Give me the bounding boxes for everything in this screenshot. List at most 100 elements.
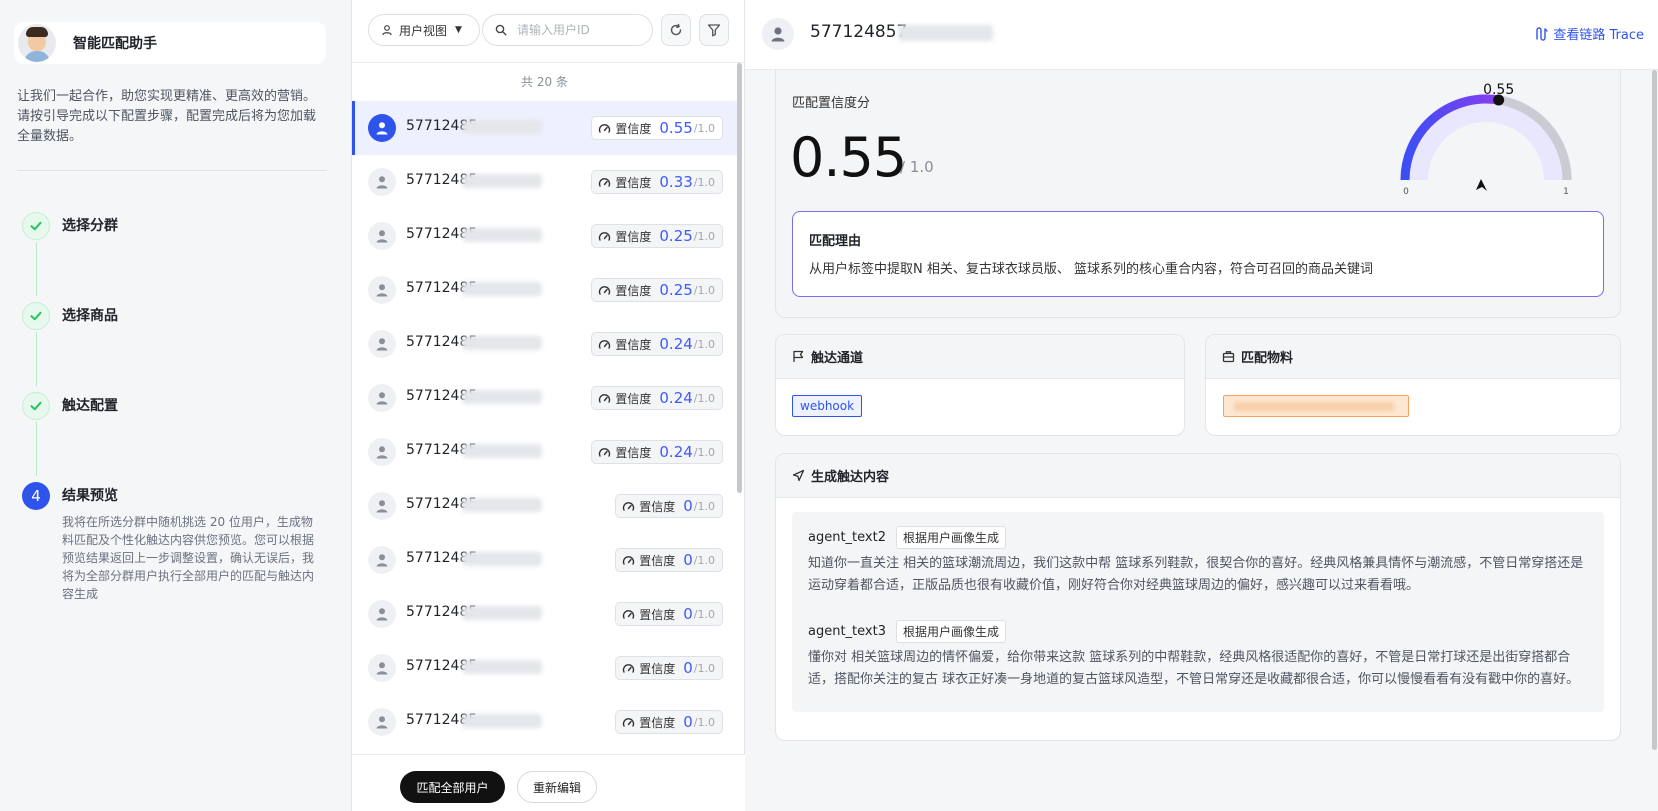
confidence-score: 0	[683, 551, 693, 569]
confidence-max: / 1.0	[900, 158, 934, 176]
detail-user-id: 577124857	[810, 22, 908, 42]
redacted-id	[462, 498, 542, 512]
redacted-id	[462, 660, 542, 674]
gauge-icon	[623, 663, 635, 673]
search-box[interactable]	[482, 14, 653, 46]
gauge-icon	[599, 123, 611, 133]
agent-block: agent_text2 根据用户画像生成 知道你一直关注 相关的篮球潮流周边，我…	[808, 526, 1590, 597]
user-avatar	[762, 18, 794, 50]
confidence-label: 置信度	[615, 337, 652, 352]
user-list-row[interactable]: 57712485 置信度 0.24/1.0	[352, 425, 737, 479]
user-icon	[376, 716, 388, 729]
redacted-id	[462, 120, 542, 134]
gauge-icon	[599, 447, 611, 457]
agent-block: agent_text3 根据用户画像生成 懂你对 相关篮球周边的情怀偏爱，给你带…	[808, 620, 1590, 691]
user-icon	[376, 500, 388, 513]
step-select-segment[interactable]: 选择分群	[22, 212, 118, 240]
user-avatar	[368, 330, 396, 358]
trace-link[interactable]: 查看链路 Trace	[1535, 24, 1644, 43]
user-list-row[interactable]: 57712485 置信度 0.24/1.0	[352, 371, 737, 425]
user-list-row[interactable]: 57712485 置信度 0.55/1.0	[352, 101, 737, 155]
redacted-id	[462, 552, 542, 566]
step-title: 选择分群	[62, 218, 118, 234]
redacted-id	[462, 228, 542, 242]
generated-content-card: 生成触达内容 agent_text2 根据用户画像生成 知道你一直关注 相关的篮…	[775, 453, 1621, 741]
step-description: 我将在所选分群中随机挑选 20 位用户，生成物料匹配及个性化触达内容供您预览。您…	[62, 515, 315, 601]
step-connector	[36, 332, 37, 386]
user-list-row[interactable]: 57712485 置信度 0/1.0	[352, 695, 737, 749]
step-reach-config[interactable]: 触达配置	[22, 392, 118, 420]
confidence-badge: 置信度 0.33/1.0	[591, 170, 723, 194]
user-icon	[376, 338, 388, 351]
confidence-badge: 置信度 0/1.0	[615, 494, 723, 518]
user-avatar	[368, 492, 396, 520]
redacted-id	[462, 390, 542, 404]
confidence-value: 0.55	[790, 126, 907, 189]
redacted-id	[462, 336, 542, 350]
assistant-intro: 让我们一起合作，助您实现更精准、更高效的营销。请按引导完成以下配置步骤，配置完成…	[17, 89, 317, 144]
user-list-row[interactable]: 57712485 置信度 0/1.0	[352, 587, 737, 641]
user-list-row[interactable]: 57712485 置信度 0.24/1.0	[352, 317, 737, 371]
user-list: 57712485 置信度 0.55/1.0 57712485 置信度 0.33/1.0 57…	[352, 101, 737, 749]
confidence-score: 0.25	[659, 281, 693, 299]
redacted-id	[462, 282, 542, 296]
material-card: 匹配物料	[1205, 334, 1621, 436]
confidence-score: 0	[683, 605, 693, 623]
search-input[interactable]	[517, 23, 647, 37]
user-icon	[376, 608, 388, 621]
generated-card-header: 生成触达内容	[776, 454, 1620, 498]
user-icon	[771, 27, 785, 42]
agent-name: agent_text3	[808, 624, 886, 639]
user-list-row[interactable]: 57712485 置信度 0/1.0	[352, 641, 737, 695]
re-edit-button[interactable]: 重新编辑	[517, 771, 597, 803]
user-icon	[376, 284, 388, 297]
redacted-id	[462, 606, 542, 620]
gauge-icon	[623, 717, 635, 727]
filter-button[interactable]	[699, 14, 729, 46]
confidence-max: /1.0	[693, 391, 715, 405]
user-list-row[interactable]: 57712485 置信度 0/1.0	[352, 533, 737, 587]
match-all-button[interactable]: 匹配全部用户	[400, 771, 505, 803]
list-footer: 匹配全部用户 重新编辑	[352, 754, 745, 811]
confidence-badge: 置信度 0.55/1.0	[591, 116, 723, 140]
user-list-row[interactable]: 57712485 置信度 0.25/1.0	[352, 263, 737, 317]
view-select[interactable]: 用户视图 ▼	[368, 14, 480, 46]
confidence-max: /1.0	[693, 715, 715, 729]
material-title: 匹配物料	[1241, 351, 1294, 366]
user-icon	[376, 230, 388, 243]
confidence-badge: 置信度 0/1.0	[615, 548, 723, 572]
confidence-label: 置信度	[639, 553, 676, 568]
user-list-row[interactable]: 57712485 置信度 0.25/1.0	[352, 209, 737, 263]
redacted-id	[462, 444, 542, 458]
view-select-label: 用户视图	[399, 23, 448, 38]
confidence-max: /1.0	[693, 283, 715, 297]
redacted-id	[462, 714, 542, 728]
confidence-max: /1.0	[693, 337, 715, 351]
refresh-button[interactable]	[661, 14, 691, 46]
list-scrollbar[interactable]	[737, 63, 742, 493]
step-select-product[interactable]: 选择商品	[22, 302, 118, 330]
assistant-panel: 智能匹配助手 让我们一起合作，助您实现更精准、更高效的营销。请按引导完成以下配置…	[0, 0, 352, 811]
caret-down-icon: ▼	[455, 25, 462, 35]
reason-box: 匹配理由 从用户标签中提取N 相关、复古球衣球员版、 篮球系列的核心重合内容，符…	[792, 211, 1604, 297]
user-list-row[interactable]: 57712485 置信度 0.33/1.0	[352, 155, 737, 209]
agent-name: agent_text2	[808, 530, 886, 545]
user-list-row[interactable]: 57712485 置信度 0/1.0	[352, 479, 737, 533]
check-icon	[22, 392, 50, 420]
user-avatar	[368, 168, 396, 196]
user-avatar	[368, 276, 396, 304]
generated-title: 生成触达内容	[811, 470, 890, 485]
step-result-preview[interactable]: 4 结果预览 我将在所选分群中随机挑选 20 位用户，生成物料匹配及个性化触达内…	[22, 482, 320, 603]
confidence-badge: 置信度 0.24/1.0	[591, 440, 723, 464]
user-icon	[376, 446, 388, 459]
step-number: 4	[22, 482, 50, 510]
gauge-icon	[599, 231, 611, 241]
user-avatar	[368, 114, 396, 142]
confidence-max: /1.0	[693, 121, 715, 135]
detail-scrollbar[interactable]	[1652, 70, 1657, 750]
gauge-value-label: 0.55	[1483, 82, 1514, 98]
confidence-badge: 置信度 0/1.0	[615, 602, 723, 626]
confidence-label: 置信度	[615, 175, 652, 190]
gauge-icon	[623, 501, 635, 511]
assistant-header: 智能匹配助手	[14, 22, 326, 64]
